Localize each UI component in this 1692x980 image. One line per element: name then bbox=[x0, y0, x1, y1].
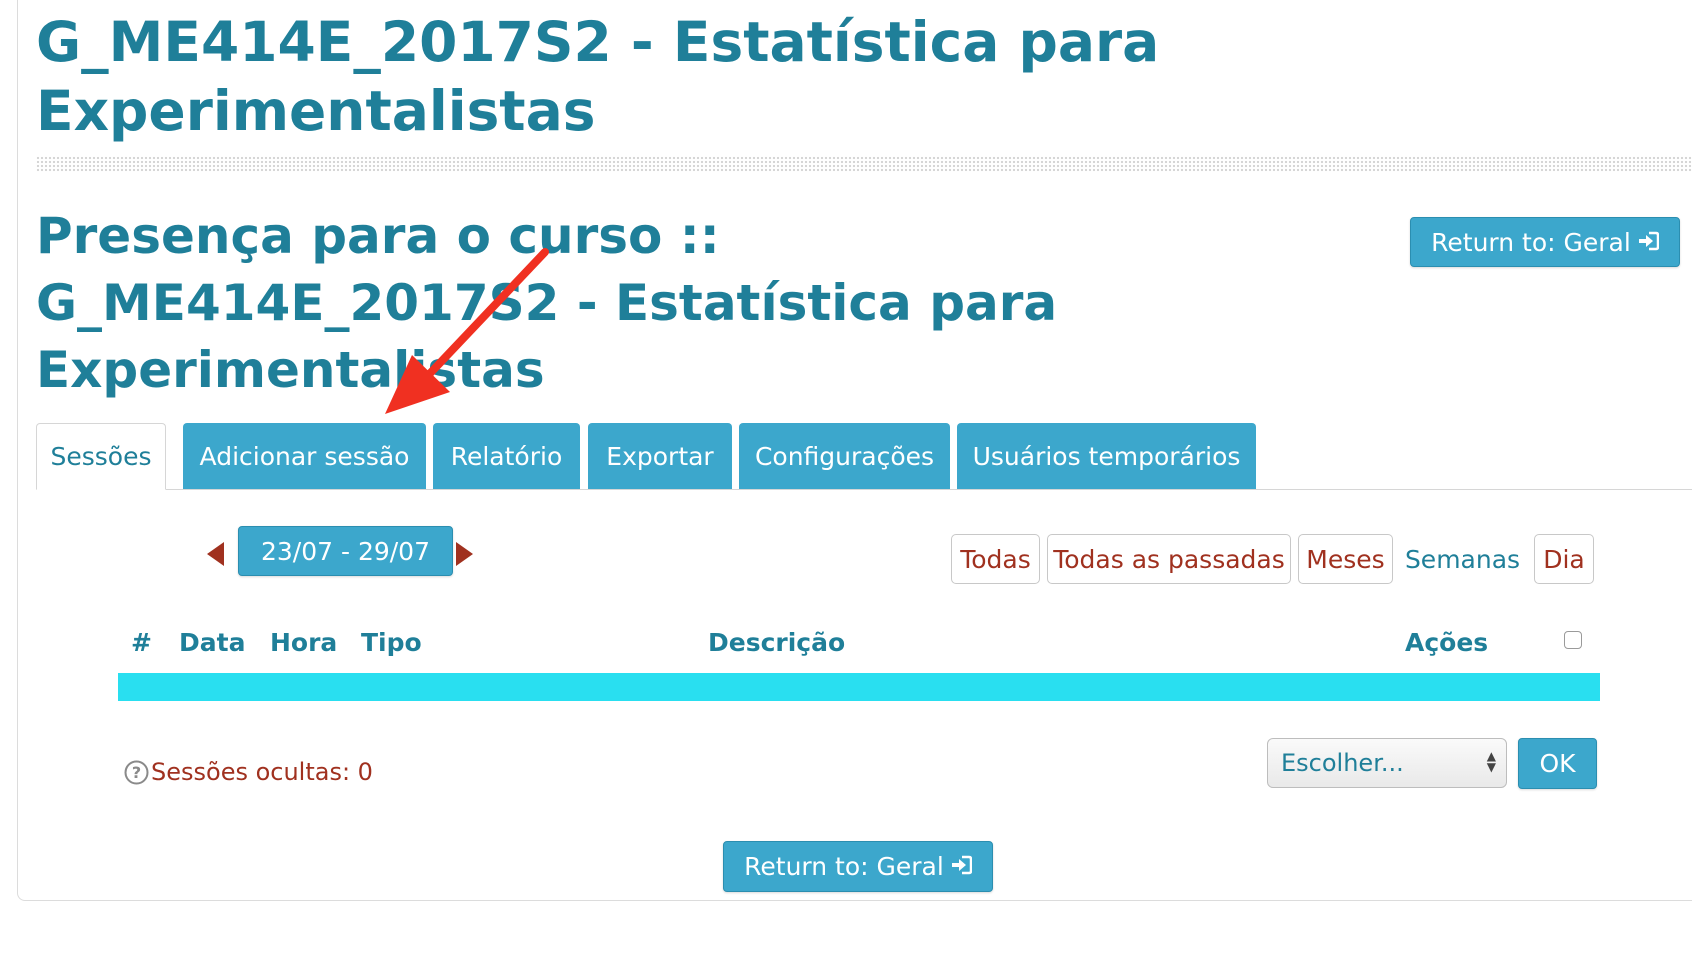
return-to-geral-button-top[interactable]: Return to: Geral bbox=[1410, 217, 1680, 267]
hidden-sessions-text: Sessões ocultas: 0 bbox=[151, 758, 373, 786]
filter-semanas-current: Semanas bbox=[1400, 534, 1525, 584]
select-all-checkbox[interactable] bbox=[1564, 631, 1582, 649]
ok-button[interactable]: OK bbox=[1518, 738, 1597, 789]
column-header-hora: Hora bbox=[270, 628, 338, 657]
filter-dia[interactable]: Dia bbox=[1534, 534, 1594, 584]
page: G_ME414E_2017S2 - Estatística para Exper… bbox=[0, 0, 1692, 980]
next-week-arrow-icon[interactable] bbox=[456, 542, 473, 566]
login-icon bbox=[1637, 228, 1660, 257]
login-icon bbox=[950, 852, 973, 881]
tab-sessoes[interactable]: Sessões bbox=[36, 423, 166, 490]
tab-exportar[interactable]: Exportar bbox=[588, 423, 732, 489]
dotted-separator bbox=[36, 156, 1692, 172]
filter-todas-as-passadas[interactable]: Todas as passadas bbox=[1047, 534, 1291, 584]
return-button-label: Return to: Geral bbox=[1431, 227, 1631, 257]
column-header-number: # bbox=[131, 628, 152, 657]
previous-week-arrow-icon[interactable] bbox=[207, 542, 224, 566]
date-range-button[interactable]: 23/07 - 29/07 bbox=[238, 526, 453, 576]
column-header-data: Data bbox=[179, 628, 246, 657]
tab-adicionar-sessao[interactable]: Adicionar sessão bbox=[183, 423, 426, 489]
bulk-action-select-value: Escolher... bbox=[1281, 749, 1404, 777]
column-header-descricao: Descrição bbox=[708, 628, 846, 657]
tab-relatorio[interactable]: Relatório bbox=[433, 423, 580, 489]
return-button-label: Return to: Geral bbox=[744, 852, 944, 881]
filter-todas[interactable]: Todas bbox=[951, 534, 1040, 584]
column-header-tipo: Tipo bbox=[361, 628, 422, 657]
attendance-title: Presença para o curso :: G_ME414E_2017S2… bbox=[36, 207, 1058, 399]
select-updown-icon: ▲ ▼ bbox=[1486, 749, 1496, 774]
filter-meses[interactable]: Meses bbox=[1298, 534, 1393, 584]
help-icon[interactable]: ? bbox=[124, 760, 149, 785]
column-header-acoes: Ações bbox=[1405, 628, 1489, 657]
hidden-sessions-info: ? Sessões ocultas: 0 bbox=[124, 758, 373, 786]
svg-text:?: ? bbox=[132, 763, 141, 782]
tab-bar: Sessões Adicionar sessão Relatório Expor… bbox=[36, 423, 1692, 490]
course-title: G_ME414E_2017S2 - Estatística para Exper… bbox=[36, 10, 1160, 143]
tab-configuracoes[interactable]: Configurações bbox=[739, 423, 950, 489]
table-empty-row bbox=[118, 673, 1600, 701]
return-to-geral-button-bottom[interactable]: Return to: Geral bbox=[723, 841, 993, 892]
tab-usuarios-temporarios[interactable]: Usuários temporários bbox=[957, 423, 1256, 489]
bulk-action-select[interactable]: Escolher... ▲ ▼ bbox=[1267, 738, 1507, 788]
